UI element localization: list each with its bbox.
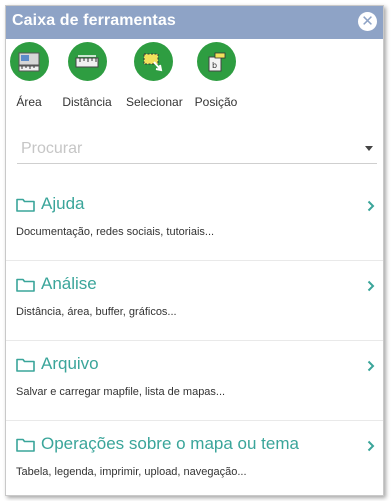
close-icon: ✕ xyxy=(361,13,374,30)
tool-label-position: Posição xyxy=(194,95,238,109)
chevron-right-icon xyxy=(367,360,375,372)
section-description: Tabela, legenda, imprimir, upload, naveg… xyxy=(16,466,247,478)
tool-buttons: Área Distância Selecionar b Posição xyxy=(6,42,383,118)
area-tool-button[interactable]: Área xyxy=(9,42,49,109)
section-analise[interactable]: Análise Distância, área, buffer, gráfico… xyxy=(6,260,383,341)
tool-label-distance: Distância xyxy=(62,95,112,109)
folder-icon xyxy=(16,438,35,452)
folder-icon xyxy=(16,198,35,212)
section-description: Salvar e carregar mapfile, lista de mapa… xyxy=(16,386,226,398)
select-tool-button[interactable]: Selecionar xyxy=(126,42,183,109)
chevron-right-icon xyxy=(367,440,375,452)
search-field[interactable] xyxy=(17,137,377,164)
ruler-distance-icon xyxy=(67,42,107,81)
section-arquivo[interactable]: Arquivo Salvar e carregar mapfile, lista… xyxy=(6,340,383,421)
chevron-right-icon xyxy=(367,200,375,212)
chevron-right-icon xyxy=(367,280,375,292)
section-description: Distância, área, buffer, gráficos... xyxy=(16,306,177,318)
section-title: Análise xyxy=(41,274,97,293)
close-button[interactable]: ✕ xyxy=(358,12,377,31)
position-icon: b xyxy=(196,42,236,81)
section-ajuda[interactable]: Ajuda Documentação, redes sociais, tutor… xyxy=(6,180,383,261)
section-title: Operações sobre o mapa ou tema xyxy=(41,434,299,453)
toolbox-panel: Caixa de ferramentas ✕ Área Distância Se… xyxy=(5,5,384,496)
select-icon xyxy=(133,42,173,81)
section-operacoes[interactable]: Operações sobre o mapa ou tema Tabela, l… xyxy=(6,420,383,495)
window-title: Caixa de ferramentas xyxy=(12,12,176,29)
folder-icon xyxy=(16,278,35,292)
section-description: Documentação, redes sociais, tutoriais..… xyxy=(16,226,215,238)
section-title: Arquivo xyxy=(41,354,99,373)
tool-label-select: Selecionar xyxy=(126,95,183,109)
ruler-area-icon xyxy=(9,42,49,81)
svg-text:b: b xyxy=(212,61,217,70)
folder-icon xyxy=(16,358,35,372)
tool-label-area: Área xyxy=(16,95,42,109)
position-tool-button[interactable]: b Posição xyxy=(192,42,240,109)
search-input[interactable] xyxy=(17,137,351,161)
chevron-down-icon[interactable] xyxy=(365,146,373,151)
distance-tool-button[interactable]: Distância xyxy=(62,42,112,109)
titlebar: Caixa de ferramentas ✕ xyxy=(6,6,383,39)
section-title: Ajuda xyxy=(41,194,85,213)
